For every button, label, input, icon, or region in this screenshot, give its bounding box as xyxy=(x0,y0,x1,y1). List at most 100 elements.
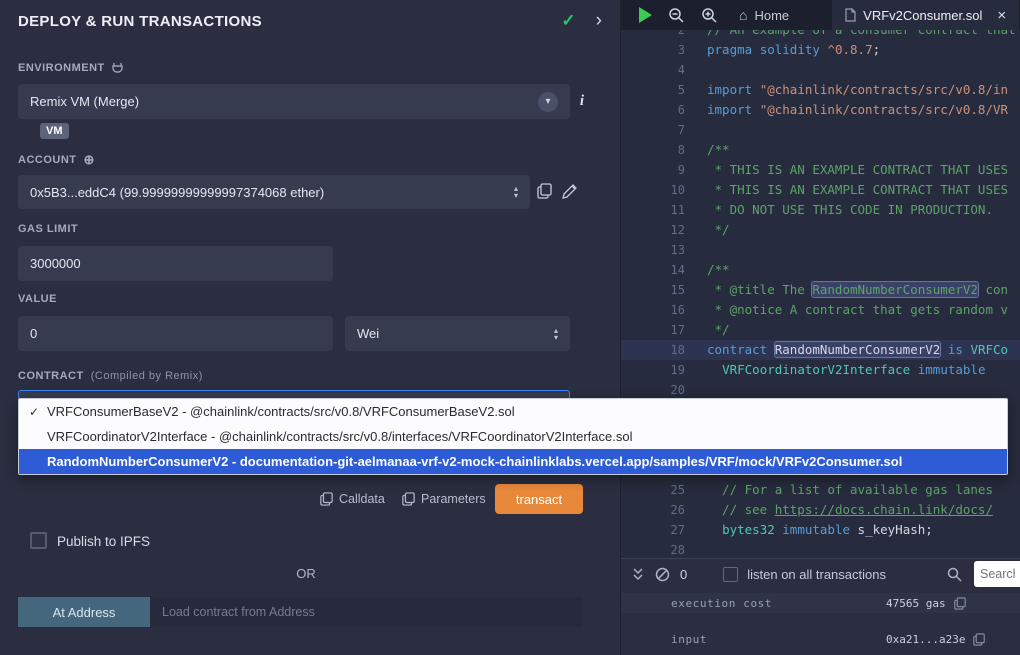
code-line: 25 // For a list of available gas lanes xyxy=(621,480,1020,500)
close-tab-icon[interactable]: × xyxy=(997,7,1006,24)
line-number: 9 xyxy=(621,160,685,180)
tab-vrfv2consumer[interactable]: VRFv2Consumer.sol × xyxy=(832,0,1019,30)
row-key: execution cost xyxy=(621,597,886,610)
contract-label: CONTRACT (Compiled by Remix) xyxy=(18,370,203,382)
code-lines: 2// An example of a consumer contract th… xyxy=(621,30,1020,558)
environment-select[interactable]: Remix VM (Merge) ▾ xyxy=(18,84,570,119)
code-area[interactable]: 2// An example of a consumer contract th… xyxy=(621,30,1020,558)
terminal-bar: 0 listen on all transactions xyxy=(621,559,1020,589)
clear-console-ban-icon[interactable] xyxy=(655,567,670,582)
updown-caret-icon[interactable]: ▴▾ xyxy=(554,327,558,341)
line-number: 20 xyxy=(621,380,685,400)
run-script-play-icon[interactable] xyxy=(639,7,652,23)
code-line: 17 */ xyxy=(621,320,1020,340)
value-unit: Wei xyxy=(357,326,554,341)
code-line: 11 * DO NOT USE THIS CODE IN PRODUCTION. xyxy=(621,200,1020,220)
line-number: 18 xyxy=(621,340,685,360)
contract-option[interactable]: VRFCoordinatorV2Interface - @chainlink/c… xyxy=(19,424,1007,449)
value-input[interactable] xyxy=(18,316,333,351)
account-select[interactable]: 0x5B3...eddC4 (99.99999999999997374068 e… xyxy=(18,175,530,209)
gas-limit-input[interactable] xyxy=(18,246,333,281)
value-label: VALUE xyxy=(18,293,57,305)
line-number: 5 xyxy=(621,80,685,100)
line-number: 2 xyxy=(621,30,685,40)
home-icon: ⌂ xyxy=(739,7,747,23)
line-number: 27 xyxy=(621,520,685,540)
contract-select[interactable] xyxy=(18,390,570,398)
panel-title: DEPLOY & RUN TRANSACTIONS xyxy=(18,13,561,30)
deploy-run-panel: DEPLOY & RUN TRANSACTIONS ✓ › ENVIRONMEN… xyxy=(0,0,620,655)
line-number: 7 xyxy=(621,120,685,140)
code-line: 10 * THIS IS AN EXAMPLE CONTRACT THAT US… xyxy=(621,180,1020,200)
value-unit-select[interactable]: Wei ▴▾ xyxy=(345,316,570,351)
code-line: 6import "@chainlink/contracts/src/v0.8/V… xyxy=(621,100,1020,120)
solidity-file-icon xyxy=(845,8,856,22)
line-number: 14 xyxy=(621,260,685,280)
account-label: ACCOUNT ⊕ xyxy=(18,152,95,168)
environment-value: Remix VM (Merge) xyxy=(30,94,538,109)
line-number: 19 xyxy=(621,360,685,380)
chevron-right-icon[interactable]: › xyxy=(596,10,602,32)
code-line: 13 xyxy=(621,240,1020,260)
add-account-icon[interactable]: ⊕ xyxy=(84,152,95,168)
copy-account-icon[interactable] xyxy=(537,183,552,199)
row-key: input xyxy=(621,633,886,646)
terminal-row-execution-cost: execution cost 47565 gas xyxy=(621,593,1020,613)
terminal-row-input: input 0xa21...a23e xyxy=(621,629,1020,649)
contract-note: (Compiled by Remix) xyxy=(91,370,203,382)
info-icon[interactable]: i xyxy=(575,92,589,110)
transact-button[interactable]: transact xyxy=(495,484,583,514)
code-line: 27 bytes32 immutable s_keyHash; xyxy=(621,520,1020,540)
line-number: 16 xyxy=(621,300,685,320)
code-line: 5import "@chainlink/contracts/src/v0.8/i… xyxy=(621,80,1020,100)
panel-header: DEPLOY & RUN TRANSACTIONS ✓ › xyxy=(0,0,620,42)
copy-parameters-icon xyxy=(402,492,415,506)
zoom-in-icon[interactable] xyxy=(701,7,718,24)
sign-message-pencil-icon[interactable] xyxy=(562,183,578,199)
code-line: 7 xyxy=(621,120,1020,140)
line-number: 12 xyxy=(621,220,685,240)
account-value: 0x5B3...eddC4 (99.99999999999997374068 e… xyxy=(30,185,514,200)
contract-option-label: VRFConsumerBaseV2 - @chainlink/contracts… xyxy=(47,404,515,419)
contract-option-label: VRFCoordinatorV2Interface - @chainlink/c… xyxy=(47,429,632,444)
select-caret-icon[interactable]: ▾ xyxy=(538,92,558,112)
gas-limit-label: GAS LIMIT xyxy=(18,223,78,235)
code-line: 8/** xyxy=(621,140,1020,160)
remix-ide: DEPLOY & RUN TRANSACTIONS ✓ › ENVIRONMEN… xyxy=(0,0,1020,655)
code-line: 2// An example of a consumer contract th… xyxy=(621,30,1020,40)
or-divider: OR xyxy=(0,566,612,581)
code-line: 16 * @notice A contract that gets random… xyxy=(621,300,1020,320)
expand-chevrons-icon[interactable] xyxy=(631,567,645,581)
line-number: 15 xyxy=(621,280,685,300)
line-number: 26 xyxy=(621,500,685,520)
listen-all-transactions-checkbox[interactable] xyxy=(723,567,738,582)
contract-option[interactable]: RandomNumberConsumerV2 - documentation-g… xyxy=(19,449,1007,474)
contract-dropdown: ✓ VRFConsumerBaseV2 - @chainlink/contract… xyxy=(18,398,1008,475)
at-address-input[interactable] xyxy=(150,597,582,627)
search-icon[interactable] xyxy=(947,567,962,582)
line-number: 6 xyxy=(621,100,685,120)
vm-badge: VM xyxy=(40,123,69,139)
publish-ipfs-checkbox[interactable] xyxy=(30,532,47,549)
terminal-search-input[interactable] xyxy=(974,561,1020,587)
code-line: 12 */ xyxy=(621,220,1020,240)
check-icon: ✓ xyxy=(29,405,39,419)
copy-icon[interactable] xyxy=(973,633,985,646)
tab-home[interactable]: ⌂ Home xyxy=(726,0,802,30)
line-number: 17 xyxy=(621,320,685,340)
at-address-button[interactable]: At Address xyxy=(18,597,150,627)
code-line: 20 xyxy=(621,380,1020,400)
contract-option[interactable]: ✓ VRFConsumerBaseV2 - @chainlink/contract… xyxy=(19,399,1007,424)
code-line: 18contract RandomNumberConsumerV2 is VRF… xyxy=(621,340,1020,360)
copy-icon[interactable] xyxy=(954,597,966,610)
compile-success-check-icon[interactable]: ✓ xyxy=(561,11,575,31)
parameters-button[interactable]: Parameters xyxy=(402,492,486,506)
publish-ipfs-label: Publish to IPFS xyxy=(57,534,150,549)
terminal: 0 listen on all transactions execution c… xyxy=(621,558,1020,655)
updown-caret-icon[interactable]: ▴▾ xyxy=(514,185,518,199)
environment-label: ENVIRONMENT xyxy=(18,62,123,74)
transaction-count-badge: 0 xyxy=(680,567,687,582)
line-number: 13 xyxy=(621,240,685,260)
zoom-out-icon[interactable] xyxy=(668,7,685,24)
calldata-button[interactable]: Calldata xyxy=(320,492,385,506)
